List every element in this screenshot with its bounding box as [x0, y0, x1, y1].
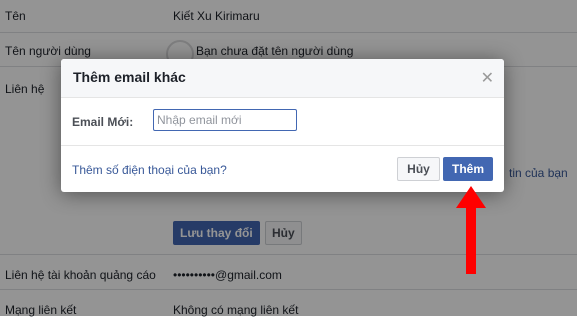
new-email-input[interactable] — [153, 109, 297, 131]
arrow-up-icon — [456, 186, 486, 274]
add-button[interactable]: Thêm — [443, 157, 493, 181]
cancel-button[interactable]: Hủy — [397, 157, 440, 181]
dialog-header: Thêm email khác ✕ — [61, 59, 504, 98]
add-email-dialog: Thêm email khác ✕ Email Mới: Thêm số điệ… — [61, 59, 504, 192]
add-phone-link[interactable]: Thêm số điện thoại của bạn? — [72, 163, 227, 177]
dialog-divider — [61, 145, 504, 146]
dialog-title: Thêm email khác — [73, 69, 186, 85]
email-label: Email Mới: — [72, 115, 134, 129]
close-icon[interactable]: ✕ — [481, 68, 494, 88]
